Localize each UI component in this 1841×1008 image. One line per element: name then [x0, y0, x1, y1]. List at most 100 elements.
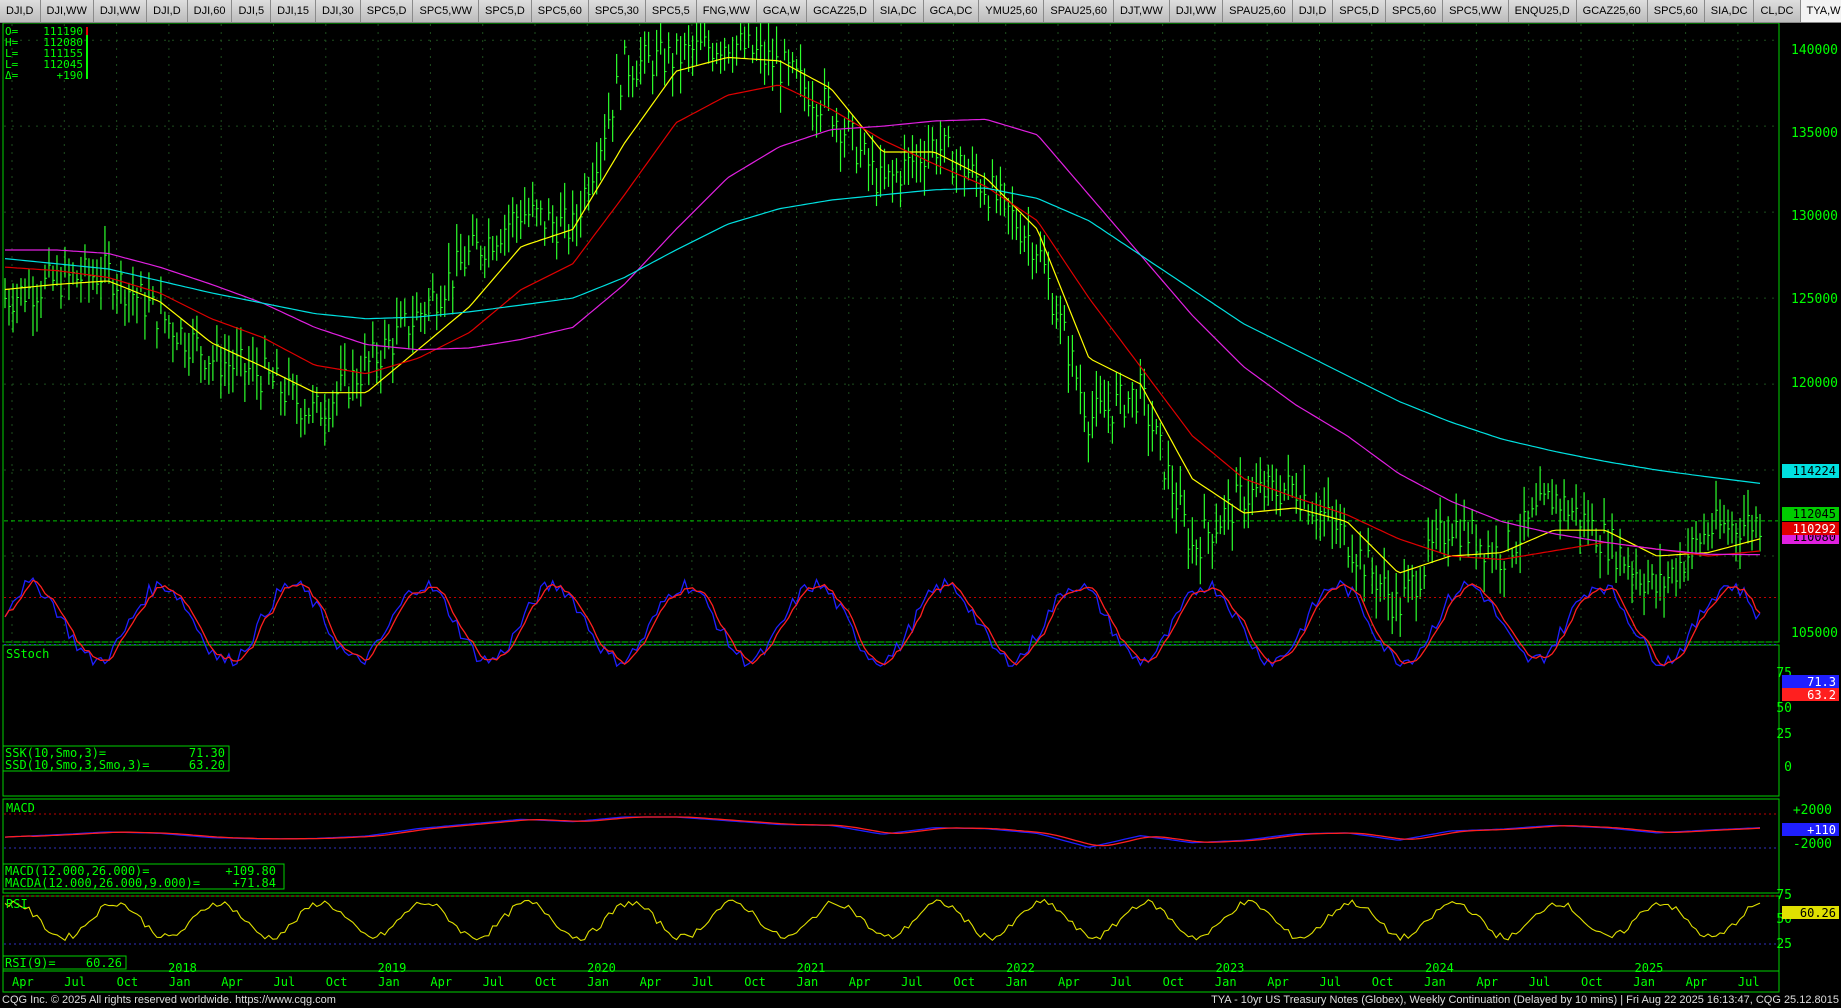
price-axis-label: 140000: [1791, 43, 1838, 58]
price-axis-label: 120000: [1791, 376, 1838, 391]
year-label: 2022: [1006, 961, 1035, 975]
last-price-tag-text: 112045: [1793, 507, 1836, 521]
chart-tab[interactable]: CL,DC: [1754, 0, 1801, 22]
month-label: Apr: [430, 975, 452, 989]
rsi-value: 60.26: [86, 956, 122, 970]
chart-tab[interactable]: GCA,DC: [923, 0, 980, 22]
rsi-axis-label: 75: [1776, 888, 1792, 903]
ohlc-bar-red: [86, 27, 88, 35]
month-label: Jan: [1006, 975, 1028, 989]
chart-tab[interactable]: SPC5,D: [1333, 0, 1387, 22]
month-label: Jul: [901, 975, 923, 989]
price-axis-label: 135000: [1791, 126, 1838, 141]
month-label: Apr: [1686, 975, 1708, 989]
rsi-axis-label: 25: [1776, 937, 1792, 952]
month-label: Oct: [1581, 975, 1603, 989]
chart-tab[interactable]: GCAZ25,60: [1576, 0, 1648, 22]
macd-tag-text: +110: [1807, 823, 1836, 837]
month-label: Apr: [12, 975, 34, 989]
month-label: Jul: [64, 975, 86, 989]
chart-tab[interactable]: YMU25,60: [979, 0, 1045, 22]
chart-tab[interactable]: DJI,D: [0, 0, 41, 22]
year-label: 2023: [1216, 961, 1245, 975]
month-label: Apr: [1476, 975, 1498, 989]
month-label: Jan: [1215, 975, 1237, 989]
copyright-text: CQG Inc. © 2025 All rights reserved worl…: [2, 994, 336, 1006]
ohlc-change: +190: [57, 69, 84, 82]
month-label: Oct: [326, 975, 348, 989]
chart-tab[interactable]: SIA,DC: [873, 0, 924, 22]
month-label: Jul: [274, 975, 296, 989]
month-label: Oct: [953, 975, 975, 989]
chart-tab[interactable]: SPC5,WW: [413, 0, 480, 22]
year-label: 2018: [168, 961, 197, 975]
year-label: 2024: [1425, 961, 1454, 975]
month-label: Apr: [1058, 975, 1080, 989]
year-label: 2020: [587, 961, 616, 975]
month-label: Oct: [1163, 975, 1185, 989]
chart-tab[interactable]: DJI,60: [187, 0, 233, 22]
chart-tab[interactable]: ENQU25,D: [1508, 0, 1577, 22]
ohlc-bar-green: [86, 35, 88, 79]
stoch-axis-label: 25: [1776, 727, 1792, 742]
stoch-k-tag-text: 71.3: [1807, 675, 1836, 689]
month-label: Jul: [483, 975, 505, 989]
year-label: 2019: [378, 961, 407, 975]
chart-tab[interactable]: FNG,WW: [696, 0, 757, 22]
chart-tab[interactable]: DJI,WW: [40, 0, 94, 22]
chart-tab[interactable]: DJI,15: [271, 0, 316, 22]
chart-tab[interactable]: SPAU25,60: [1223, 0, 1293, 22]
chart-tab[interactable]: TYA,W: [1800, 0, 1841, 22]
price-axis-label: 125000: [1791, 292, 1838, 307]
month-label: Oct: [117, 975, 139, 989]
chart-tab[interactable]: GCA,W: [756, 0, 808, 22]
chart-tab[interactable]: SPC5,WW: [1443, 0, 1509, 22]
chart-tab[interactable]: DJI,WW: [93, 0, 148, 22]
symbol-tab-bar: DJI,D DJI,WW DJI,WW DJI,D DJI,60 DJI,5 DJI,15 D…: [0, 0, 1841, 23]
chart-tab[interactable]: DJI,30: [315, 0, 361, 22]
chart-tab[interactable]: SPC5,5: [645, 0, 697, 22]
month-label: Apr: [1267, 975, 1289, 989]
chart-tab[interactable]: SPC5,D: [360, 0, 414, 22]
chart-tab[interactable]: DJI,D: [1292, 0, 1334, 22]
chart-tab[interactable]: SPC5,D: [479, 0, 532, 22]
month-label: Oct: [535, 975, 557, 989]
chart-tab[interactable]: SPC5,60: [1647, 0, 1705, 22]
month-label: Jan: [378, 975, 400, 989]
stoch-title: SStoch: [6, 647, 49, 661]
chart-tab[interactable]: DJI,5: [232, 0, 272, 22]
stoch-d-tag-text: 63.2: [1807, 688, 1836, 702]
month-label: Jul: [692, 975, 714, 989]
chart-tab[interactable]: SPC5,60: [531, 0, 589, 22]
chart-area[interactable]: O= 111190 H= 112080 L= 111155 L= 112045 …: [0, 3, 1841, 998]
month-label: Jul: [1110, 975, 1132, 989]
chart-tab[interactable]: SIA,DC: [1704, 0, 1755, 22]
month-label: Apr: [221, 975, 243, 989]
chart-tab[interactable]: DJI,D: [147, 0, 188, 22]
cyan-ma-tag-text: 114224: [1793, 464, 1836, 478]
price-axis-label: 105000: [1791, 626, 1838, 641]
month-label: Jan: [1633, 975, 1655, 989]
stoch-axis-label: 0: [1784, 760, 1792, 775]
year-label: 2025: [1635, 961, 1664, 975]
month-label: Jul: [1320, 975, 1342, 989]
status-bar: CQG Inc. © 2025 All rights reserved worl…: [0, 994, 1841, 1008]
rsi-title: RSI: [6, 897, 28, 911]
chart-tab[interactable]: DJT,WW: [1114, 0, 1170, 22]
chart-tab[interactable]: DJI,WW: [1169, 0, 1224, 22]
macd-title: MACD: [6, 801, 35, 815]
chart-tab[interactable]: SPC5,30: [588, 0, 646, 22]
month-label: Apr: [640, 975, 662, 989]
chart-tab[interactable]: GCAZ25,D: [807, 0, 874, 22]
month-label: Jul: [1738, 975, 1760, 989]
stoch-axis-label: 50: [1776, 701, 1792, 716]
rsi-axis: 75 50 25: [1776, 888, 1792, 952]
macd-axis-label: +2000: [1793, 803, 1832, 818]
chart-tab[interactable]: SPAU25,60: [1044, 0, 1115, 22]
ohlc-change-label: Δ=: [5, 69, 19, 82]
stoch-d-legend: SSD(10,Smo,3,Smo,3)=: [5, 758, 150, 772]
rsi-tag-text: 60.26: [1800, 906, 1836, 920]
month-label: Jul: [1529, 975, 1551, 989]
stoch-d-value: 63.20: [189, 758, 225, 772]
chart-tab[interactable]: SPC5,60: [1386, 0, 1444, 22]
